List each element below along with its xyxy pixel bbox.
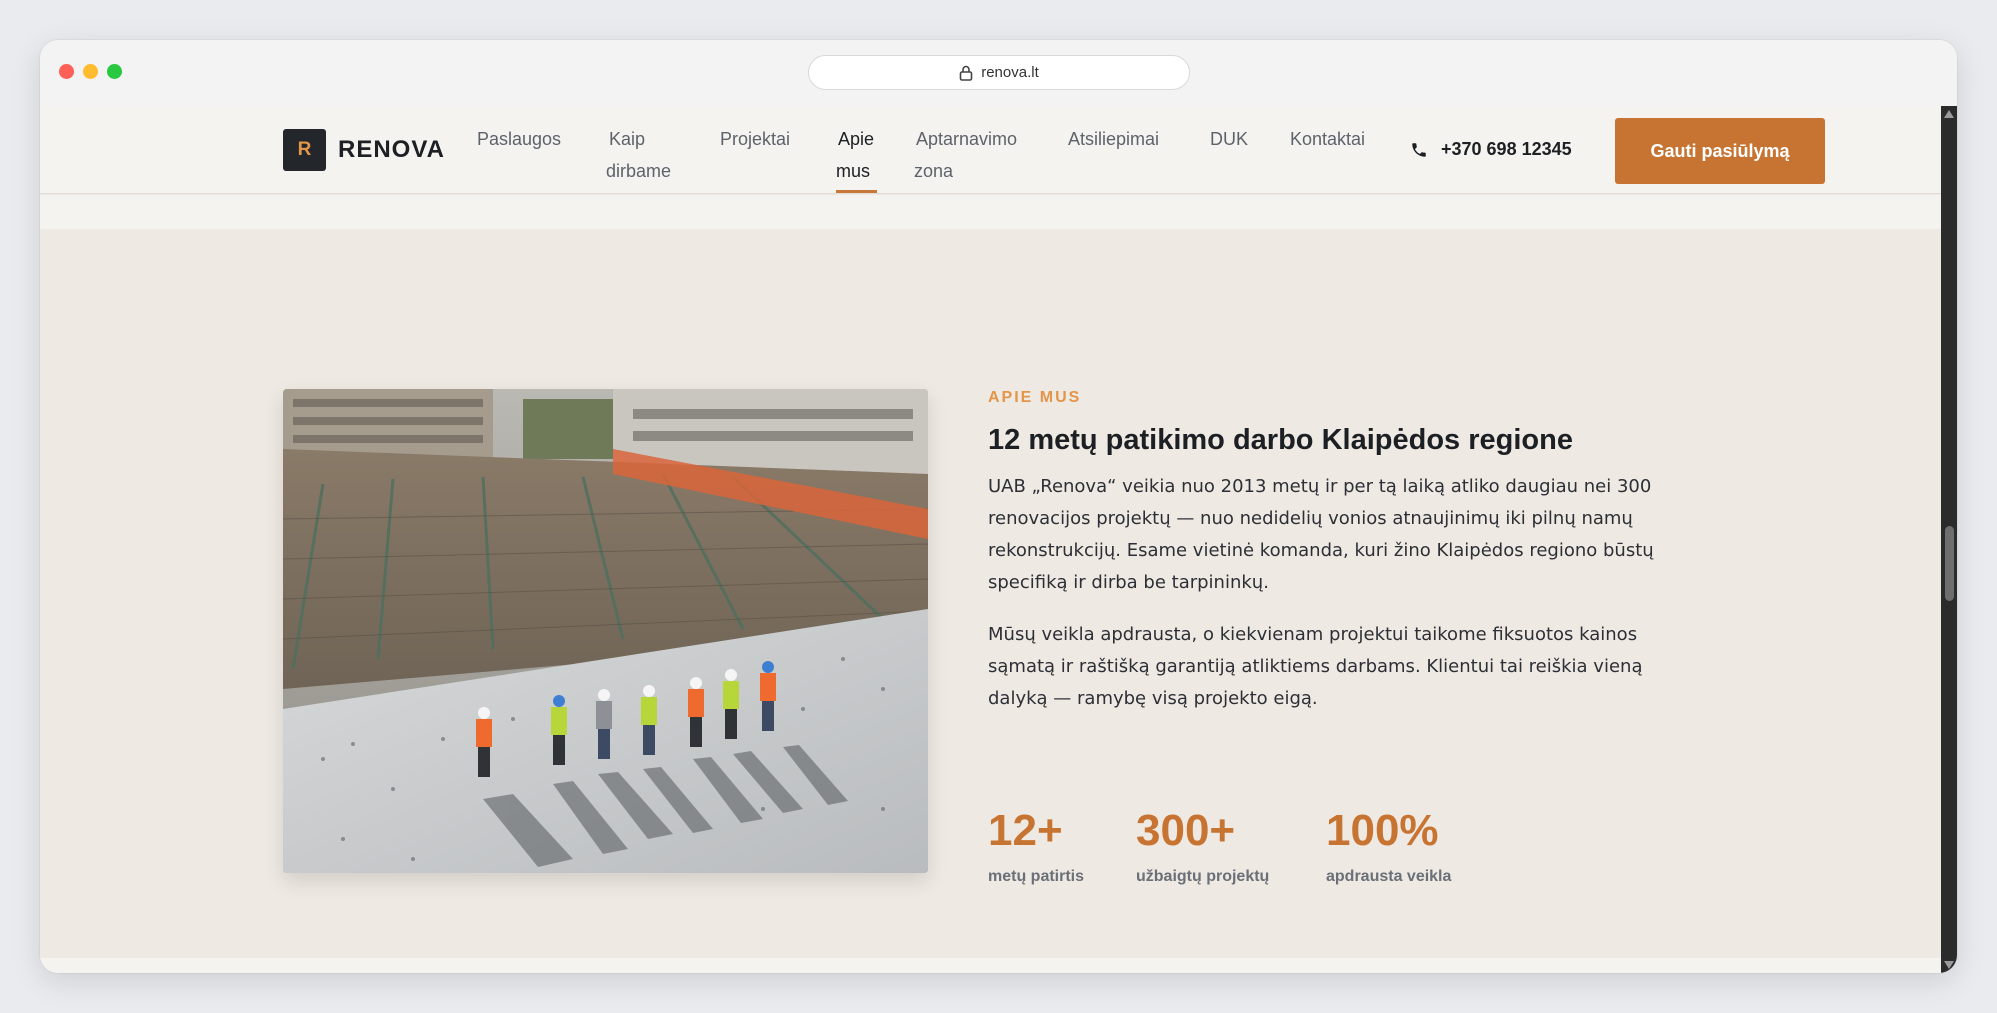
construction-site-photo xyxy=(283,389,928,873)
page-scrollbar[interactable] xyxy=(1941,106,1957,973)
nav-item-aptarnavimo-zona[interactable]: Aptarnavimo zona xyxy=(914,123,1017,187)
nav-item-projektai[interactable]: Projektai xyxy=(720,123,790,155)
nav-item-paslaugos[interactable]: Paslaugos xyxy=(477,123,561,155)
phone-number: +370 698 12345 xyxy=(1441,139,1572,159)
about-paragraph-1: UAB „Renova“ veikia nuo 2013 metų ir per… xyxy=(988,476,1654,593)
stat-value: 100% xyxy=(1326,806,1439,855)
stat-projects: 300+ užbaigtų projektų xyxy=(1136,806,1269,886)
browser-titlebar: renova.lt xyxy=(40,40,1957,106)
next-section-edge xyxy=(40,958,1941,973)
get-quote-button[interactable]: Gauti pasiūlymą xyxy=(1615,118,1825,184)
scroll-down-arrow-icon[interactable] xyxy=(1944,961,1954,969)
about-paragraph-2: Mūsų veikla apdrausta, o kiekvienam proj… xyxy=(988,624,1643,709)
construction-site-image xyxy=(283,389,928,873)
nav-item-label: zona xyxy=(914,161,954,181)
about-section: APIE MUS 12 metų patikimo darbo Klaipėdo… xyxy=(988,389,1688,715)
address-bar[interactable]: renova.lt xyxy=(808,55,1190,90)
nav-item-kontaktai[interactable]: Kontaktai xyxy=(1290,123,1365,155)
section-heading: 12 metų patikimo darbo Klaipėdos regione xyxy=(988,424,1573,456)
logo-mark: R xyxy=(283,129,326,171)
active-nav-underline xyxy=(836,190,877,193)
nav-item-label: Paslaugos xyxy=(477,129,562,149)
stat-insured: 100% apdrausta veikla xyxy=(1326,806,1451,886)
stat-value: 300+ xyxy=(1136,806,1236,855)
nav-item-label: DUK xyxy=(1210,129,1249,149)
browser-window: renova.lt R RENOVA Paslaugos Kaip dirbam… xyxy=(40,40,1957,973)
nav-item-label: Kontaktai xyxy=(1290,129,1366,149)
nav-item-label: Atsiliepimai xyxy=(1068,129,1160,149)
stats-row: 12+ metų patirtis 300+ užbaigtų projektų… xyxy=(988,806,1688,906)
nav-item-label: Aptarnavimo xyxy=(916,129,1018,149)
nav-item-apie-mus[interactable]: Apie mus xyxy=(836,123,877,193)
nav-item-label: Kaip xyxy=(609,129,646,149)
scrollbar-thumb[interactable] xyxy=(1945,526,1954,601)
nav-item-label: mus xyxy=(836,161,871,181)
maximize-window-button[interactable] xyxy=(107,64,122,79)
stat-label: užbaigtų projektų xyxy=(1136,868,1270,885)
site-header: R RENOVA Paslaugos Kaip dirbame Projekta… xyxy=(40,106,1941,194)
nav-item-label: Projektai xyxy=(720,129,791,149)
web-page: R RENOVA Paslaugos Kaip dirbame Projekta… xyxy=(40,106,1941,973)
stat-label: metų patirtis xyxy=(988,868,1085,885)
phone-icon xyxy=(1412,142,1426,157)
stat-value: 12+ xyxy=(988,806,1063,855)
stat-experience: 12+ metų patirtis xyxy=(988,806,1084,886)
minimize-window-button[interactable] xyxy=(83,64,98,79)
nav-item-label: dirbame xyxy=(606,161,672,181)
nav-item-atsiliepimai[interactable]: Atsiliepimai xyxy=(1068,123,1159,155)
site-logo[interactable]: R RENOVA xyxy=(283,129,445,171)
stat-label: apdrausta veikla xyxy=(1326,868,1452,885)
lock-icon xyxy=(959,65,973,81)
close-window-button[interactable] xyxy=(59,64,74,79)
logo-text: RENOVA xyxy=(338,136,445,163)
nav-item-label: Apie xyxy=(838,129,875,149)
nav-item-duk[interactable]: DUK xyxy=(1210,123,1248,155)
section-divider xyxy=(40,195,1941,229)
section-eyebrow: APIE MUS xyxy=(988,389,1082,406)
nav-item-label-wrap: mus xyxy=(836,155,877,193)
phone-link[interactable]: +370 698 12345 xyxy=(1410,139,1572,160)
nav-item-kaip-dirbame[interactable]: Kaip dirbame xyxy=(606,123,671,187)
address-bar-url: renova.lt xyxy=(981,64,1039,81)
scroll-up-arrow-icon[interactable] xyxy=(1944,110,1954,118)
